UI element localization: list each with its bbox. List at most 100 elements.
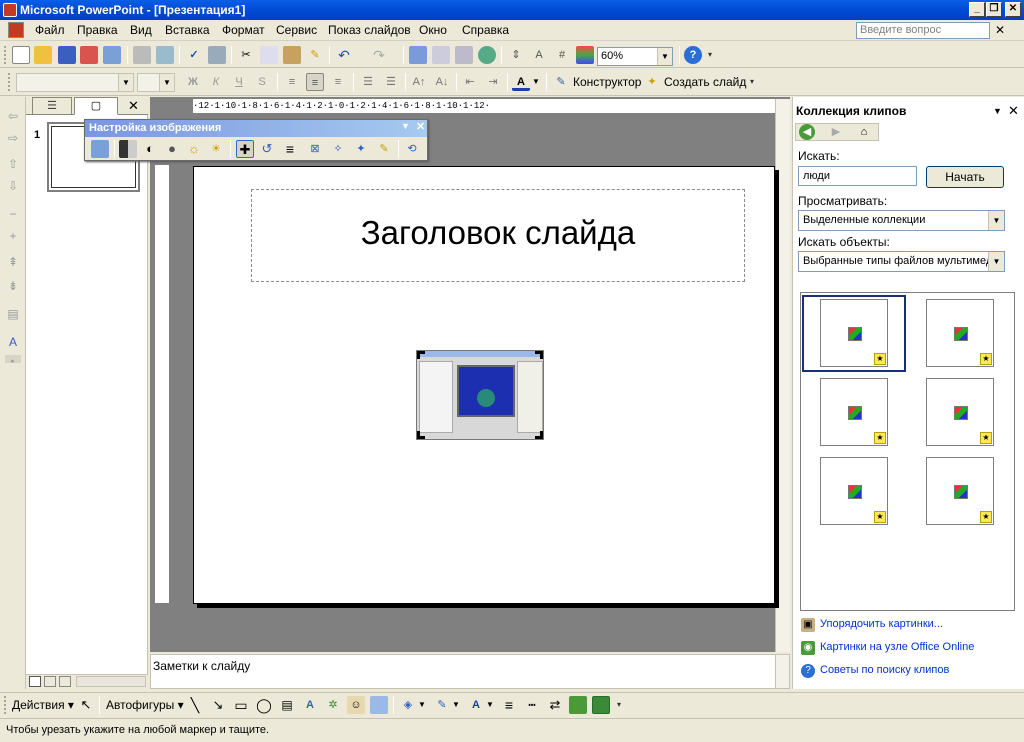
- slideshow-icon[interactable]: [59, 676, 71, 687]
- crop-icon[interactable]: ✚: [236, 140, 254, 158]
- actions-menu[interactable]: Действия ▾: [12, 698, 74, 712]
- italic-icon[interactable]: К: [207, 73, 225, 91]
- chevron-down-icon[interactable]: ▼: [988, 211, 1004, 230]
- show-formatting-icon[interactable]: A: [5, 335, 21, 349]
- chevron-down-icon[interactable]: ▼: [485, 696, 495, 714]
- close-document-icon[interactable]: ✕: [995, 23, 1005, 37]
- dash-style-icon[interactable]: ┅: [523, 696, 541, 714]
- toolbar-options-icon[interactable]: ▾: [747, 73, 757, 91]
- align-center-icon[interactable]: ≡: [306, 73, 324, 91]
- autoshapes-menu[interactable]: Автофигуры ▾: [106, 698, 184, 712]
- arrow-style-icon[interactable]: ⇄: [546, 696, 564, 714]
- restore-button[interactable]: ❐: [986, 2, 1002, 17]
- fill-color-icon[interactable]: ◈: [399, 696, 417, 714]
- insert-picture-icon[interactable]: [370, 696, 388, 714]
- insert-chart-icon[interactable]: [409, 46, 427, 64]
- clip-thumbnail[interactable]: ★: [820, 299, 888, 367]
- compress-pictures-icon[interactable]: ⊠: [306, 140, 324, 158]
- search-input[interactable]: люди: [798, 166, 917, 186]
- line-icon[interactable]: ╲: [186, 696, 204, 714]
- diagram-icon[interactable]: ✲: [324, 696, 342, 714]
- format-painter-icon[interactable]: ✎: [306, 46, 324, 64]
- organize-clips-link[interactable]: Упорядочить картинки...: [820, 618, 943, 630]
- toolbar-options-icon[interactable]: ▾: [614, 696, 624, 714]
- rectangle-icon[interactable]: ▭: [232, 696, 250, 714]
- undo-icon[interactable]: ↶: [335, 46, 353, 64]
- recolor-picture-icon[interactable]: ✧: [329, 140, 347, 158]
- expand-icon[interactable]: +: [5, 229, 21, 243]
- insert-picture-icon[interactable]: [91, 140, 109, 158]
- start-search-button[interactable]: Начать: [926, 166, 1004, 188]
- clip-thumbnail[interactable]: ★: [820, 457, 888, 525]
- line-color-icon[interactable]: ✎: [433, 696, 451, 714]
- print-preview-icon[interactable]: [156, 46, 174, 64]
- office-online-link[interactable]: Картинки на узле Office Online: [820, 641, 974, 653]
- show-formatting-icon[interactable]: A: [530, 46, 548, 64]
- clip-thumbnail[interactable]: ★: [926, 299, 994, 367]
- close-icon[interactable]: ✕: [1008, 101, 1019, 121]
- collapse-all-icon[interactable]: ⇞: [5, 255, 21, 269]
- notes-pane[interactable]: Заметки к слайду: [150, 654, 790, 689]
- align-left-icon[interactable]: ≡: [283, 73, 301, 91]
- clip-thumbnail[interactable]: ★: [926, 457, 994, 525]
- font-size-select[interactable]: ▼: [137, 73, 175, 92]
- align-right-icon[interactable]: ≡: [329, 73, 347, 91]
- vertical-scrollbar[interactable]: [775, 99, 790, 652]
- shadow-style-icon[interactable]: [569, 696, 587, 714]
- increase-font-icon[interactable]: A↑: [410, 73, 428, 91]
- home-icon[interactable]: ⌂: [856, 124, 872, 140]
- bullets-icon[interactable]: ☰: [382, 73, 400, 91]
- textbox-icon[interactable]: ▤: [278, 696, 296, 714]
- chevron-down-icon[interactable]: ▼: [451, 696, 461, 714]
- collapse-icon[interactable]: −: [5, 207, 21, 221]
- crop-handle[interactable]: [535, 431, 543, 439]
- clip-thumbnail[interactable]: ★: [820, 378, 888, 446]
- chevron-down-icon[interactable]: ▼: [988, 252, 1004, 271]
- oval-icon[interactable]: ◯: [255, 696, 273, 714]
- reset-picture-icon[interactable]: ⟲: [403, 140, 421, 158]
- wordart-icon[interactable]: A: [301, 696, 319, 714]
- underline-icon[interactable]: Ч: [230, 73, 248, 91]
- clip-thumbnail[interactable]: ★: [926, 378, 994, 446]
- designer-button[interactable]: Конструктор: [573, 75, 641, 89]
- normal-view-icon[interactable]: [29, 676, 41, 687]
- forward-icon[interactable]: ▶: [828, 124, 844, 140]
- print-icon[interactable]: [133, 46, 151, 64]
- slide-sorter-icon[interactable]: [44, 676, 56, 687]
- toolbar-grip[interactable]: [8, 73, 11, 91]
- move-down-icon[interactable]: ⇩: [5, 179, 21, 193]
- spelling-icon[interactable]: ✓: [185, 46, 203, 64]
- zoom-select[interactable]: 60% ▼: [597, 47, 673, 66]
- open-icon[interactable]: [34, 46, 52, 64]
- color-grayscale-icon[interactable]: [576, 46, 594, 64]
- decrease-font-icon[interactable]: A↓: [433, 73, 451, 91]
- new-icon[interactable]: [12, 46, 30, 64]
- menu-view[interactable]: Вид: [130, 23, 152, 37]
- expand-icon[interactable]: ⇕: [507, 46, 525, 64]
- bold-icon[interactable]: Ж: [184, 73, 202, 91]
- chevron-down-icon[interactable]: ▼: [531, 73, 541, 91]
- menu-file[interactable]: Файл: [35, 23, 65, 37]
- set-transparent-color-icon[interactable]: ✎: [375, 140, 393, 158]
- select-objects-icon[interactable]: ↖: [77, 696, 95, 714]
- menu-insert[interactable]: Вставка: [165, 23, 210, 37]
- less-brightness-icon[interactable]: ☀: [207, 140, 225, 158]
- line-style-icon[interactable]: ≡: [500, 696, 518, 714]
- clipart-icon[interactable]: ☺: [347, 696, 365, 714]
- close-pane-icon[interactable]: ✕: [128, 98, 139, 114]
- toolbar-grip[interactable]: [4, 46, 7, 64]
- 3d-style-icon[interactable]: [592, 696, 610, 714]
- inserted-picture[interactable]: [416, 350, 544, 440]
- horizontal-ruler[interactable]: ·12·1·10·1·8·1·6·1·4·1·2·1·0·1·2·1·4·1·6…: [193, 99, 775, 113]
- expand-all-icon[interactable]: ⇟: [5, 279, 21, 293]
- crop-handle[interactable]: [417, 351, 425, 359]
- ask-question-input[interactable]: Введите вопрос: [856, 22, 990, 39]
- minimize-button[interactable]: _: [969, 2, 985, 17]
- decrease-indent-icon[interactable]: ⇤: [461, 73, 479, 91]
- menu-edit[interactable]: Правка: [77, 23, 118, 37]
- grid-icon[interactable]: #: [553, 46, 571, 64]
- slide-title[interactable]: Заголовок слайда: [251, 214, 745, 252]
- collections-select[interactable]: Выделенные коллекции ▼: [798, 210, 1005, 231]
- email-icon[interactable]: [103, 46, 121, 64]
- picture-toolbar[interactable]: Настройка изображения ▼ ✕ ◐ ● ☼ ☀ ✚ ↺ ≡ …: [84, 119, 428, 161]
